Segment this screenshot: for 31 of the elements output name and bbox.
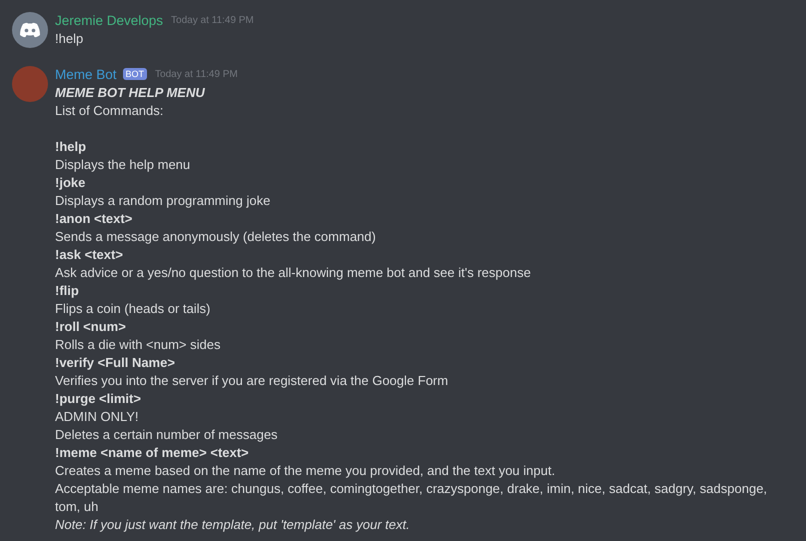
command-name: !help — [55, 138, 88, 156]
controller-logo-icon — [19, 22, 41, 38]
message-text: !help — [55, 30, 84, 48]
message-text: Creates a meme based on the name of the meme you provided, and the text you input. — [55, 462, 556, 480]
command-name: !verify <Full Name> — [55, 354, 176, 372]
message-text: Verifies you into the server if you are registered via the Google Form — [55, 372, 450, 390]
message-text: ADMIN ONLY! — [55, 408, 140, 426]
author-name[interactable]: Meme Bot — [55, 66, 117, 82]
timestamp: Today at 11:49 PM — [155, 68, 238, 80]
message-text: Flips a coin (heads or tails) — [55, 300, 212, 318]
help-heading: MEME BOT HELP MENU — [55, 84, 206, 102]
timestamp: Today at 11:49 PM — [171, 14, 254, 26]
command-name: !anon <text> — [55, 210, 134, 228]
avatar[interactable] — [12, 12, 48, 48]
message-text: Rolls a die with <num> sides — [55, 336, 222, 354]
command-name: !roll <num> — [55, 318, 127, 336]
command-name: !joke — [55, 174, 86, 192]
command-name: !purge <limit> — [55, 390, 142, 408]
bot-tag: BOT — [122, 68, 148, 80]
command-name: !ask <text> — [55, 246, 124, 264]
message-text: Acceptable meme names are: chungus, coffee, comingtogether, crazysponge, drake, imin, nice, sadcat, sadgry, sadsponge, tom, uh — [55, 480, 768, 516]
note-text: Note: If you just want the template, put 'template' as your text. — [55, 516, 411, 534]
message-text: Ask advice or a yes/no question to the all-knowing meme bot and see it's response — [55, 264, 532, 282]
command-name: !meme <name of meme> <text> — [55, 444, 250, 462]
author-name[interactable]: Jeremie Develops — [55, 12, 164, 28]
message-text: Sends a message anonymously (deletes the command) — [55, 228, 377, 246]
message-text: Displays the help menu — [55, 156, 192, 174]
message-text: Deletes a certain number of messages — [55, 426, 279, 444]
message-text: Displays a random programming joke — [55, 192, 272, 210]
command-name: !flip — [55, 282, 80, 300]
intro-text: List of Commands: — [55, 102, 164, 120]
